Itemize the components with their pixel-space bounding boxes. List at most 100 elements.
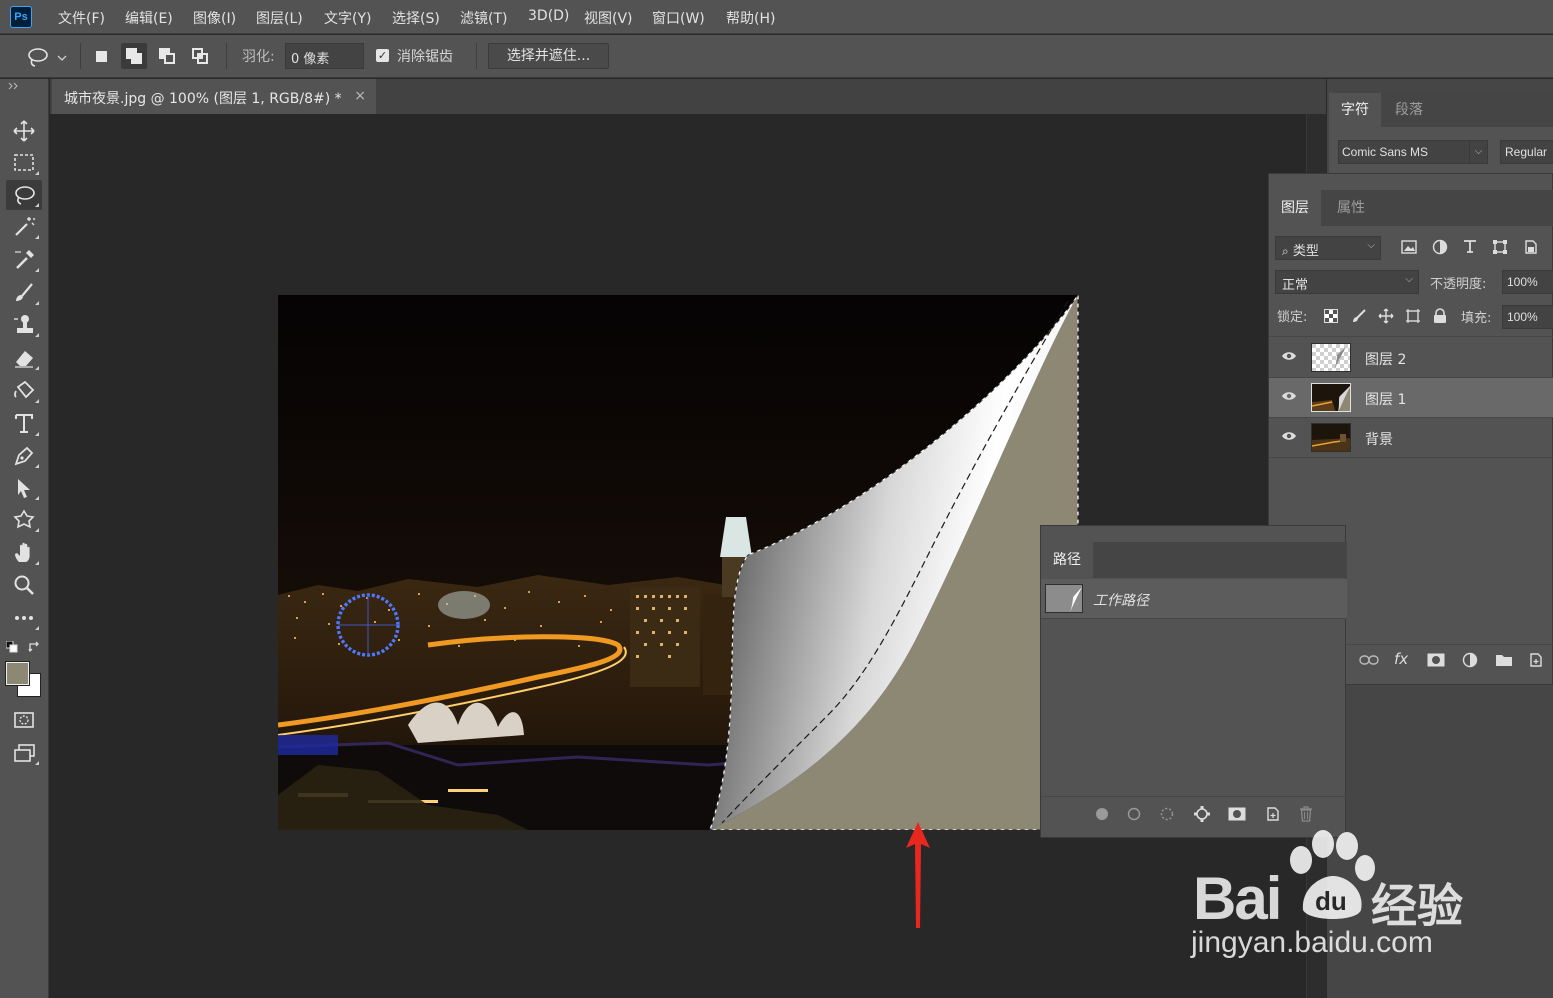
trash-icon[interactable] xyxy=(1299,806,1313,826)
watermark-brand: Bai xyxy=(1193,865,1282,932)
layer-name: 背景 xyxy=(1365,432,1393,448)
pen-tool-icon[interactable] xyxy=(6,441,42,471)
custom-shape-tool-icon[interactable] xyxy=(6,505,42,535)
lock-all-icon[interactable] xyxy=(1433,308,1447,328)
move-tool-icon[interactable] xyxy=(6,116,42,146)
path-name: 工作路径 xyxy=(1093,593,1149,609)
eraser-tool-icon[interactable] xyxy=(6,343,42,373)
add-mask-icon[interactable] xyxy=(1228,807,1246,825)
document-tab[interactable]: 城市夜景.jpg @ 100% (图层 1, RGB/8#) * × xyxy=(52,79,376,114)
fx-icon[interactable]: fx xyxy=(1394,650,1408,668)
folder-icon[interactable] xyxy=(1495,653,1513,671)
close-icon[interactable]: × xyxy=(354,88,366,104)
paint-bucket-tool-icon[interactable] xyxy=(6,376,42,406)
tab-layers[interactable]: 图层 xyxy=(1269,190,1321,226)
baidu-jingyan-watermark: du Bai 经验 jingyan.baidu.com xyxy=(1185,830,1515,980)
foreground-color-swatch[interactable] xyxy=(5,661,30,686)
opacity-label: 不透明度: xyxy=(1430,277,1487,292)
font-family-select[interactable]: Comic Sans MS ⌵ xyxy=(1338,140,1488,164)
menu-image[interactable]: 图像(I) xyxy=(193,8,236,28)
menu-bar: Ps 文件(F) 编辑(E) 图像(I) 图层(L) 文字(Y) 选择(S) 滤… xyxy=(0,0,1553,34)
zoom-tool-icon[interactable] xyxy=(6,570,42,600)
select-and-mask-button[interactable]: 选择并遮住... xyxy=(488,43,609,69)
lock-position-icon[interactable] xyxy=(1378,308,1394,328)
eyedropper-tool-icon[interactable] xyxy=(6,245,42,275)
layer-row[interactable]: 背景 xyxy=(1269,418,1553,458)
tab-properties[interactable]: 属性 xyxy=(1325,190,1377,226)
fill-path-icon[interactable] xyxy=(1095,807,1109,825)
blend-mode-select[interactable]: 正常 ⌵ xyxy=(1275,270,1419,294)
search-icon: ⌕ xyxy=(1282,244,1289,258)
type-tool-icon[interactable] xyxy=(6,409,42,439)
tab-paragraph[interactable]: 段落 xyxy=(1383,93,1435,127)
paths-panel: 路径 工作路径 xyxy=(1040,525,1347,838)
menu-filter[interactable]: 滤镜(T) xyxy=(460,8,507,28)
stamp-tool-icon[interactable] xyxy=(6,310,42,340)
stroke-path-icon[interactable] xyxy=(1127,807,1141,825)
new-layer-icon[interactable] xyxy=(1528,652,1544,672)
menu-window[interactable]: 窗口(W) xyxy=(652,8,705,28)
opacity-input[interactable]: 100% xyxy=(1502,270,1553,294)
layer-row[interactable]: 图层 2 xyxy=(1269,338,1553,378)
layer-name: 图层 1 xyxy=(1365,392,1407,408)
tab-character[interactable]: 字符 xyxy=(1329,93,1381,127)
brush-tool-icon[interactable] xyxy=(6,278,42,308)
adjustment-layer-icon[interactable] xyxy=(1462,652,1478,672)
menu-file[interactable]: 文件(F) xyxy=(58,8,105,28)
blend-mode-value: 正常 xyxy=(1282,278,1309,293)
swap-colors-icon[interactable] xyxy=(28,641,42,659)
font-style-select[interactable]: Regular xyxy=(1500,140,1553,164)
lock-pixels-icon[interactable] xyxy=(1351,308,1367,328)
menu-edit[interactable]: 编辑(E) xyxy=(125,8,173,28)
toolbar xyxy=(0,79,49,998)
lasso-preset-icon[interactable] xyxy=(26,45,70,73)
marquee-tool-icon[interactable] xyxy=(6,148,42,178)
lock-artboard-icon[interactable] xyxy=(1405,308,1421,328)
intersect-selection-icon[interactable] xyxy=(187,43,213,69)
screen-mode-icon[interactable] xyxy=(6,738,42,768)
menu-select[interactable]: 选择(S) xyxy=(392,8,440,28)
hand-tool-icon[interactable] xyxy=(6,538,42,568)
new-path-icon[interactable] xyxy=(1265,806,1281,826)
layer-row-selected[interactable]: 图层 1 xyxy=(1269,378,1553,418)
quick-mask-icon[interactable] xyxy=(6,705,42,735)
menu-view[interactable]: 视图(V) xyxy=(584,8,633,28)
menu-3d[interactable]: 3D(D) xyxy=(528,8,569,24)
smart-object-filter-icon[interactable] xyxy=(1523,239,1539,259)
lasso-tool-icon[interactable] xyxy=(6,180,42,210)
more-tools-icon[interactable] xyxy=(6,603,42,633)
load-selection-icon[interactable] xyxy=(1160,807,1174,825)
document-canvas[interactable] xyxy=(278,295,1079,830)
menu-layer[interactable]: 图层(L) xyxy=(256,8,303,28)
feather-input[interactable]: 0 像素 xyxy=(285,43,364,69)
options-bar: 羽化: 0 像素 ✓ 消除锯齿 选择并遮住... xyxy=(0,35,1553,78)
fill-input[interactable]: 100% xyxy=(1502,305,1553,329)
new-selection-icon[interactable] xyxy=(88,43,114,69)
eye-icon[interactable] xyxy=(1281,430,1297,446)
subtract-from-selection-icon[interactable] xyxy=(154,43,180,69)
menu-help[interactable]: 帮助(H) xyxy=(726,8,775,28)
path-selection-tool-icon[interactable] xyxy=(6,473,42,503)
collapse-icon[interactable] xyxy=(8,82,20,90)
pixel-filter-icon[interactable] xyxy=(1401,240,1417,258)
adjustment-filter-icon[interactable] xyxy=(1432,239,1448,259)
add-mask-icon[interactable] xyxy=(1427,653,1445,671)
make-path-icon[interactable] xyxy=(1193,805,1211,827)
type-filter-icon[interactable] xyxy=(1462,238,1478,258)
tab-paths[interactable]: 路径 xyxy=(1041,542,1093,578)
add-to-selection-icon[interactable] xyxy=(121,43,147,69)
eye-icon[interactable] xyxy=(1281,350,1297,366)
feather-label: 羽化: xyxy=(242,49,275,65)
layer-filter-select[interactable]: ⌕ 类型 ⌵ xyxy=(1275,236,1381,260)
shape-filter-icon[interactable] xyxy=(1492,239,1508,259)
antialias-checkbox[interactable]: ✓ xyxy=(376,49,389,62)
lock-transparent-icon[interactable] xyxy=(1324,309,1338,327)
antialias-label: 消除锯齿 xyxy=(397,49,453,65)
default-colors-icon[interactable] xyxy=(5,640,18,657)
path-row[interactable]: 工作路径 xyxy=(1041,579,1347,619)
eye-icon[interactable] xyxy=(1281,390,1297,406)
menu-type[interactable]: 文字(Y) xyxy=(324,8,371,28)
layer-thumbnail xyxy=(1311,423,1351,452)
magic-wand-tool-icon[interactable] xyxy=(6,212,42,242)
link-layers-icon[interactable] xyxy=(1359,654,1379,670)
